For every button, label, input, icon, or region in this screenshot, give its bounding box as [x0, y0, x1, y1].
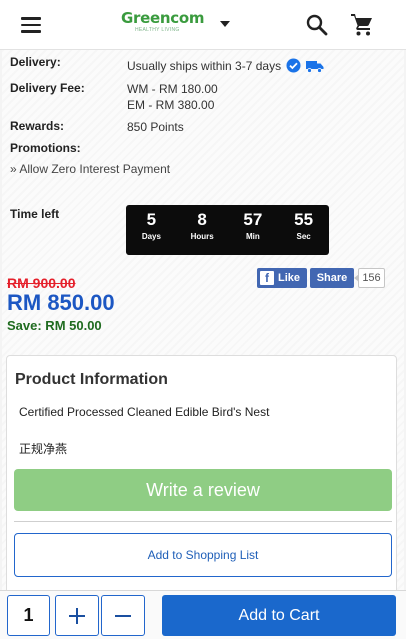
facebook-icon: f	[260, 271, 274, 285]
delivery-label: Delivery:	[10, 55, 61, 69]
plus-icon	[69, 607, 85, 624]
countdown-seconds: 55 Sec	[278, 205, 329, 255]
facebook-like-label: Like	[278, 272, 301, 284]
delivery-text: Usually ships within 3-7 days	[127, 59, 282, 73]
increase-quantity-button[interactable]	[55, 595, 99, 636]
countdown-seconds-value: 55	[294, 210, 314, 229]
logo-text: Greencom	[121, 9, 205, 27]
product-information-card: Product Information Certified Processed …	[6, 355, 397, 590]
countdown-seconds-label: Sec	[296, 232, 311, 241]
delivery-fee-wm: WM - RM 180.00	[127, 82, 218, 96]
countdown-timer: 5 Days 8 Hours 57 Min 55 Sec	[126, 205, 329, 255]
delivery-truck-icon	[305, 60, 324, 77]
product-description-english: Certified Processed Cleaned Edible Bird'…	[19, 405, 270, 419]
original-price: RM 900.00	[7, 275, 76, 291]
share-count-badge: 156	[354, 268, 385, 288]
decrease-quantity-button[interactable]	[101, 595, 145, 636]
verified-check-icon	[286, 58, 301, 77]
time-left-label: Time left	[10, 207, 60, 221]
facebook-like-button[interactable]: f Like	[257, 268, 307, 288]
delivery-fee-em: EM - RM 380.00	[127, 98, 215, 112]
product-information-title: Product Information	[15, 371, 168, 388]
product-description-chinese: 正规净燕	[19, 442, 68, 456]
countdown-minutes: 57 Min	[228, 205, 279, 255]
delivery-fee-label: Delivery Fee:	[10, 81, 85, 95]
zero-interest-promotion-link[interactable]: » Allow Zero Interest Payment	[10, 162, 170, 176]
logo-tagline: HEALTHY LIVING	[135, 27, 180, 33]
countdown-days-value: 5	[146, 210, 157, 229]
delivery-fee-value: WM - RM 180.00 EM - RM 380.00	[127, 81, 218, 113]
countdown-days-label: Days	[141, 232, 161, 241]
countdown-hours-label: Hours	[190, 232, 214, 241]
countdown-minutes-label: Min	[245, 232, 260, 241]
add-to-shopping-list-button[interactable]: Add to Shopping List	[14, 533, 392, 577]
countdown-hours-value: 8	[197, 210, 207, 229]
caret-down-icon[interactable]	[220, 21, 230, 27]
countdown-days: 5 Days	[126, 205, 177, 255]
quantity-input[interactable]	[7, 595, 50, 636]
top-header: Greencom HEALTHY LIVING	[0, 0, 406, 50]
sale-price: RM 850.00	[7, 290, 115, 315]
logo[interactable]: Greencom HEALTHY LIVING	[121, 9, 205, 37]
rewards-value: 850 Points	[127, 120, 184, 134]
facebook-share-button[interactable]: Share	[310, 268, 354, 288]
minus-icon	[115, 614, 131, 617]
countdown-minutes-value: 57	[243, 210, 263, 229]
shopping-cart-icon[interactable]	[350, 13, 374, 37]
menu-icon[interactable]	[21, 17, 41, 33]
divider	[14, 521, 392, 522]
delivery-value: Usually ships within 3-7 days	[127, 58, 324, 77]
countdown-hours: 8 Hours	[177, 205, 228, 255]
search-icon[interactable]	[306, 14, 328, 36]
add-to-cart-button[interactable]: Add to Cart	[162, 595, 396, 636]
write-review-button[interactable]: Write a review	[14, 469, 392, 511]
savings-amount: Save: RM 50.00	[7, 318, 102, 333]
promotions-label: Promotions:	[10, 141, 81, 155]
purchase-bar: Add to Cart	[0, 590, 406, 639]
rewards-label: Rewards:	[10, 119, 65, 133]
product-details: Delivery: Usually ships within 3-7 days …	[2, 50, 404, 590]
